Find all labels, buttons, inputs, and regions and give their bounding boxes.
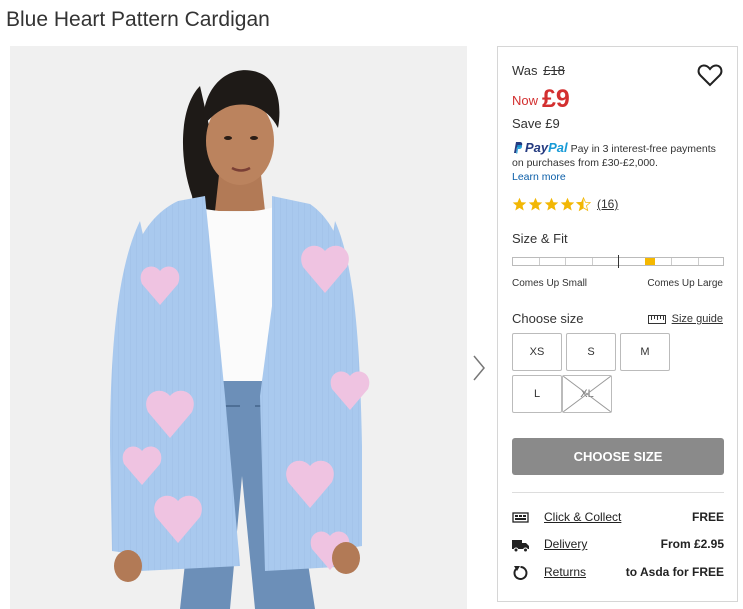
divider (512, 492, 724, 493)
choose-size-button[interactable]: CHOOSE SIZE (512, 438, 724, 475)
star-full-icon (528, 197, 543, 210)
review-count-link[interactable]: (16) (597, 197, 618, 211)
delivery-link[interactable]: Delivery (544, 537, 587, 551)
click-collect-value: FREE (691, 510, 724, 524)
returns-icon (513, 566, 528, 580)
click-collect-link[interactable]: Click & Collect (544, 510, 621, 524)
product-image[interactable] (10, 46, 467, 609)
scale-tick (698, 258, 699, 265)
was-label: Was (512, 63, 538, 78)
fit-high-label: Comes Up Large (647, 278, 723, 289)
choose-size-label: Choose size (512, 311, 584, 326)
save-label: Save (512, 116, 542, 131)
size-option-xs[interactable]: XS (512, 333, 562, 371)
unavailable-cross-icon (563, 376, 611, 412)
service-click-collect: Click & Collect FREE (512, 509, 724, 527)
size-guide-label: Size guide (671, 313, 723, 325)
scale-tick (565, 258, 566, 265)
size-fit-scale (512, 255, 724, 268)
scale-center-tick (618, 255, 619, 268)
service-delivery: Delivery From £2.95 (512, 536, 724, 554)
service-returns: Returns to Asda for FREE (512, 564, 724, 582)
next-image-arrow-icon[interactable] (470, 352, 490, 384)
paypal-brand: PayPal (525, 140, 568, 155)
ruler-icon (647, 314, 666, 324)
size-option-xl-unavailable[interactable]: XL (562, 375, 612, 413)
size-option-label: XS (529, 346, 545, 358)
returns-value: to Asda for FREE (625, 565, 724, 579)
now-value: £9 (542, 85, 570, 113)
wishlist-heart-icon[interactable] (697, 63, 723, 87)
save-value: £9 (545, 116, 560, 131)
size-option-l[interactable]: L (512, 375, 562, 413)
size-option-label: M (640, 346, 650, 358)
size-option-m[interactable]: M (620, 333, 670, 371)
delivery-truck-icon (512, 540, 529, 553)
star-full-icon (560, 197, 575, 210)
cardigan-model-illustration (10, 46, 467, 609)
click-collect-icon (512, 512, 529, 523)
now-label: Now (512, 93, 539, 108)
star-full-icon (512, 197, 527, 210)
paypal-logo-icon (514, 142, 523, 154)
save-amount: Save £9 (512, 116, 560, 131)
size-fit-title: Size & Fit (512, 231, 568, 246)
size-option-label: S (587, 346, 595, 358)
star-half-icon (576, 196, 591, 211)
product-info-panel: Was £18 Now £9 Save £9 PayPal Pay in 3 in… (497, 46, 738, 602)
was-value: £18 (543, 63, 565, 78)
star-full-icon (544, 197, 559, 210)
scale-tick (671, 258, 672, 265)
paypal-banner: PayPal Pay in 3 interest-free payments o… (512, 141, 728, 184)
was-price: Was £18 (512, 63, 565, 78)
fit-low-label: Comes Up Small (512, 278, 588, 289)
star-rating (512, 196, 591, 212)
delivery-value: From £2.95 (660, 537, 724, 551)
product-title: Blue Heart Pattern Cardigan (6, 8, 270, 31)
rating[interactable]: (16) (512, 195, 618, 213)
scale-tick (592, 258, 593, 265)
paypal-learn-more-link[interactable]: Learn more (512, 170, 728, 184)
size-guide-link[interactable]: Size guide (647, 313, 723, 325)
size-option-s[interactable]: S (566, 333, 616, 371)
returns-link[interactable]: Returns (544, 565, 586, 579)
size-fit-marker (645, 258, 655, 265)
scale-tick (539, 258, 540, 265)
size-option-label: L (533, 388, 541, 400)
now-price: Now £9 (512, 85, 570, 114)
